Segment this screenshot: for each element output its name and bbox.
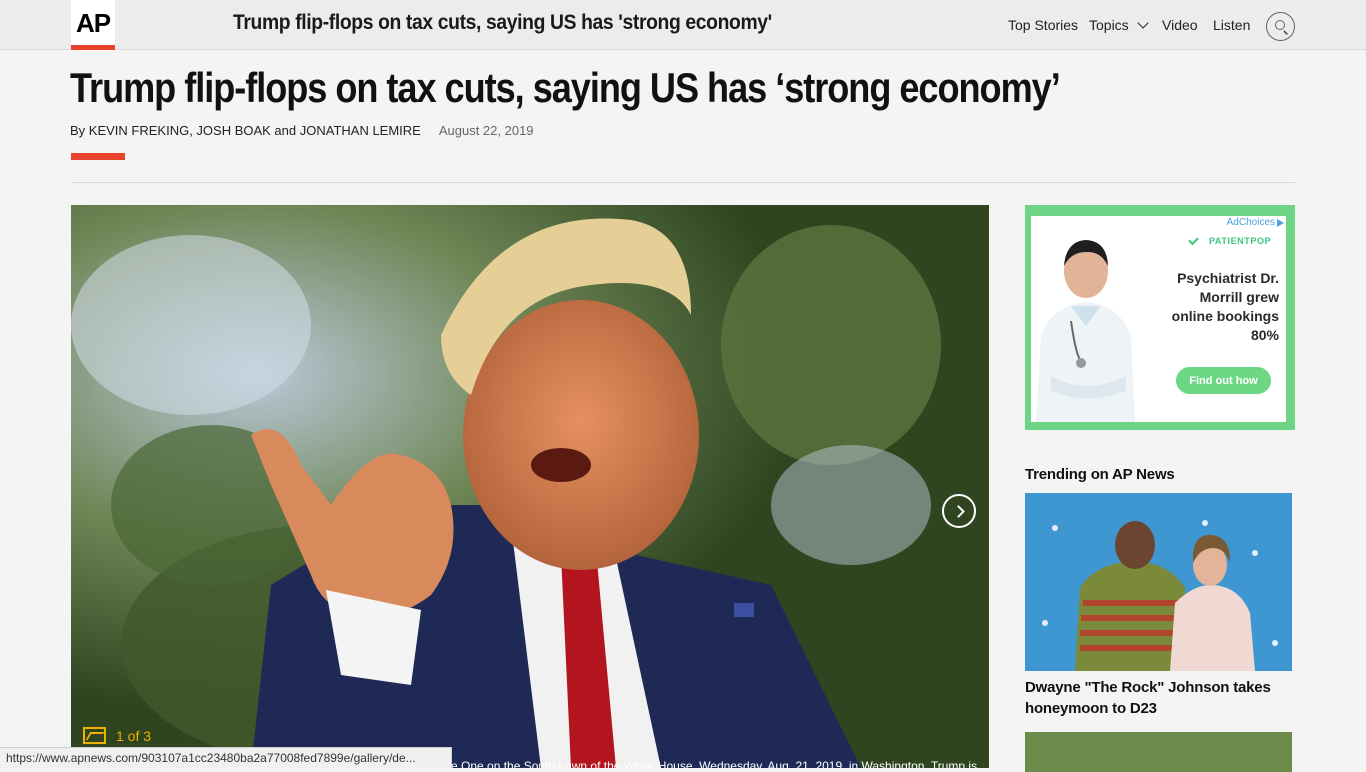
gallery-counter[interactable]: 1 of 3 xyxy=(83,727,151,744)
gallery-next-button[interactable] xyxy=(942,494,976,528)
ap-logo[interactable]: AP xyxy=(71,0,115,50)
ad-cta-button[interactable]: Find out how xyxy=(1176,367,1271,394)
ad-copy-line: 80% xyxy=(1250,327,1279,343)
nav-topics[interactable]: Topics xyxy=(1089,17,1149,33)
nav-video[interactable]: Video xyxy=(1162,17,1198,33)
byline: By KEVIN FREKING, JOSH BOAK and JONATHAN… xyxy=(70,123,534,138)
article-date: August 22, 2019 xyxy=(438,123,534,138)
chevron-down-icon xyxy=(1137,17,1149,29)
trending-item-image[interactable] xyxy=(1025,493,1292,671)
accent-bar xyxy=(71,153,125,160)
brand-name: PATIENTPOP xyxy=(1209,236,1272,246)
search-icon-handle xyxy=(1283,30,1289,35)
ad-copy-line: online bookings xyxy=(1171,308,1279,324)
chevron-right-icon xyxy=(952,505,965,518)
trending-photo xyxy=(1025,493,1292,671)
topbar-title: Trump flip-flops on tax cuts, saying US … xyxy=(233,11,772,34)
patientpop-icon xyxy=(1189,235,1203,247)
adchoices-badge[interactable]: AdChoices xyxy=(1224,216,1286,229)
advertisement[interactable]: AdChoices PATIENTPOP Psychiatrist Dr. Mo… xyxy=(1025,205,1295,430)
trending-item-headline[interactable]: Dwayne "The Rock" Johnson takes honeymoo… xyxy=(1025,677,1292,719)
search-button[interactable] xyxy=(1266,12,1295,41)
trending-item-image-2[interactable] xyxy=(1025,732,1292,772)
divider xyxy=(71,182,1295,183)
browser-status-url: https://www.apnews.com/903107a1cc23480ba… xyxy=(0,747,452,768)
gallery-icon xyxy=(83,727,106,744)
doctor-illustration xyxy=(1036,240,1135,422)
byline-authors[interactable]: By KEVIN FREKING, JOSH BOAK and JONATHAN… xyxy=(70,123,421,138)
patientpop-logo: PATIENTPOP xyxy=(1189,235,1271,247)
photo-caption: e One on the South Lawn of the White Hou… xyxy=(451,759,978,768)
article-headline: Trump flip-flops on tax cuts, saying US … xyxy=(70,64,1061,111)
top-bar: AP Trump flip-flops on tax cuts, saying … xyxy=(0,0,1366,50)
hero-photo[interactable]: 1 of 3 e One on the South Lawn of the Wh… xyxy=(71,205,989,768)
ad-copy: Psychiatrist Dr. Morrill grew online boo… xyxy=(1139,269,1279,345)
logo-text: AP xyxy=(75,8,111,38)
adchoices-label: AdChoices xyxy=(1226,217,1275,228)
ad-panel: AdChoices PATIENTPOP Psychiatrist Dr. Mo… xyxy=(1031,216,1286,422)
trending-heading: Trending on AP News xyxy=(1025,466,1175,483)
nav-listen[interactable]: Listen xyxy=(1213,17,1250,33)
nav-topics-label: Topics xyxy=(1089,17,1129,33)
search-icon xyxy=(1275,20,1285,30)
ad-copy-line: Psychiatrist Dr. xyxy=(1177,270,1279,286)
gallery-count-text: 1 of 3 xyxy=(116,727,152,744)
hero-photo-image xyxy=(71,205,989,768)
ad-copy-line: Morrill grew xyxy=(1199,289,1279,305)
nav-top-stories[interactable]: Top Stories xyxy=(1008,17,1078,33)
adchoices-icon xyxy=(1277,218,1284,227)
